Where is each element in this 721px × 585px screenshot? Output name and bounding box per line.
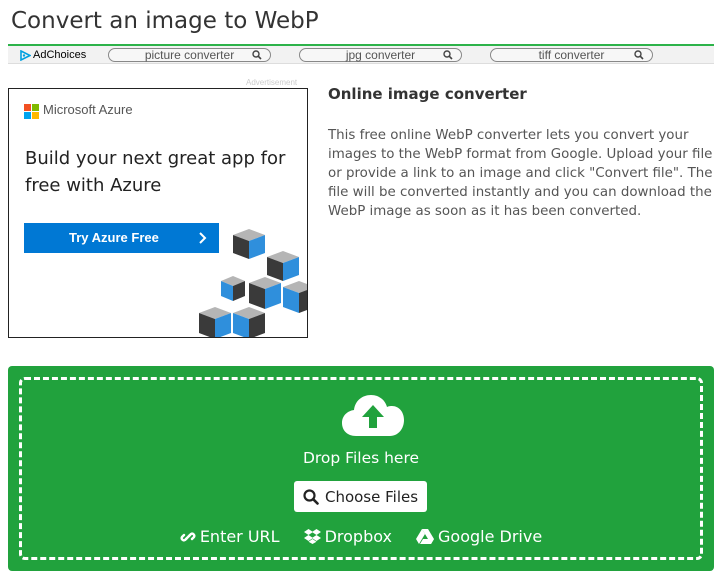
- search-icon: [252, 50, 262, 60]
- pill-label: jpg converter: [345, 48, 416, 62]
- dropbox-label: Dropbox: [324, 527, 393, 546]
- ad-brand: Microsoft Azure: [43, 102, 133, 117]
- microsoft-logo-icon: [24, 104, 39, 119]
- upload-sources: Enter URL Dropbox Google Drive: [22, 527, 700, 546]
- ad-pill-tiff-converter[interactable]: tiff converter: [490, 48, 653, 62]
- page-title: Convert an image to WebP: [11, 8, 319, 34]
- search-icon: [303, 488, 319, 505]
- ad-pill-jpg-converter[interactable]: jpg converter: [299, 48, 462, 62]
- ad-links-bar: AdChoices picture converter jpg converte…: [8, 46, 714, 64]
- dropbox-icon: [303, 529, 321, 544]
- file-drop-zone[interactable]: Drop Files here Choose Files Enter URL D…: [19, 377, 703, 560]
- drop-files-text: Drop Files here: [302, 449, 420, 467]
- google-drive-label: Google Drive: [438, 527, 543, 546]
- search-icon: [443, 50, 453, 60]
- upload-panel: Drop Files here Choose Files Enter URL D…: [8, 366, 714, 571]
- info-title: Online image converter: [328, 85, 527, 103]
- choose-files-button[interactable]: Choose Files: [294, 481, 427, 512]
- adchoices-icon: [20, 49, 31, 61]
- link-icon: [180, 532, 196, 541]
- pill-label: tiff converter: [538, 48, 605, 62]
- cloud-upload-icon: [342, 395, 404, 436]
- cubes-illustration-icon: [199, 229, 307, 337]
- ad-pill-picture-converter[interactable]: picture converter: [108, 48, 271, 62]
- enter-url-link[interactable]: Enter URL: [180, 527, 280, 546]
- advertisement-label: Advertisement: [246, 78, 298, 87]
- dropbox-link[interactable]: Dropbox: [303, 527, 393, 546]
- enter-url-label: Enter URL: [199, 527, 280, 546]
- azure-ad[interactable]: Microsoft Azure Build your next great ap…: [8, 88, 308, 338]
- pill-label: picture converter: [144, 48, 235, 62]
- google-drive-icon: [416, 528, 435, 544]
- ad-headline: Build your next great app for free with …: [25, 148, 286, 196]
- google-drive-link[interactable]: Google Drive: [416, 527, 542, 546]
- adchoices-link[interactable]: AdChoices: [20, 49, 86, 61]
- search-icon: [634, 50, 644, 60]
- info-description: This free online WebP converter lets you…: [328, 128, 713, 219]
- ad-cta-label: Try Azure Free: [69, 230, 159, 245]
- adchoices-label: AdChoices: [33, 49, 87, 61]
- choose-files-label: Choose Files: [324, 487, 419, 506]
